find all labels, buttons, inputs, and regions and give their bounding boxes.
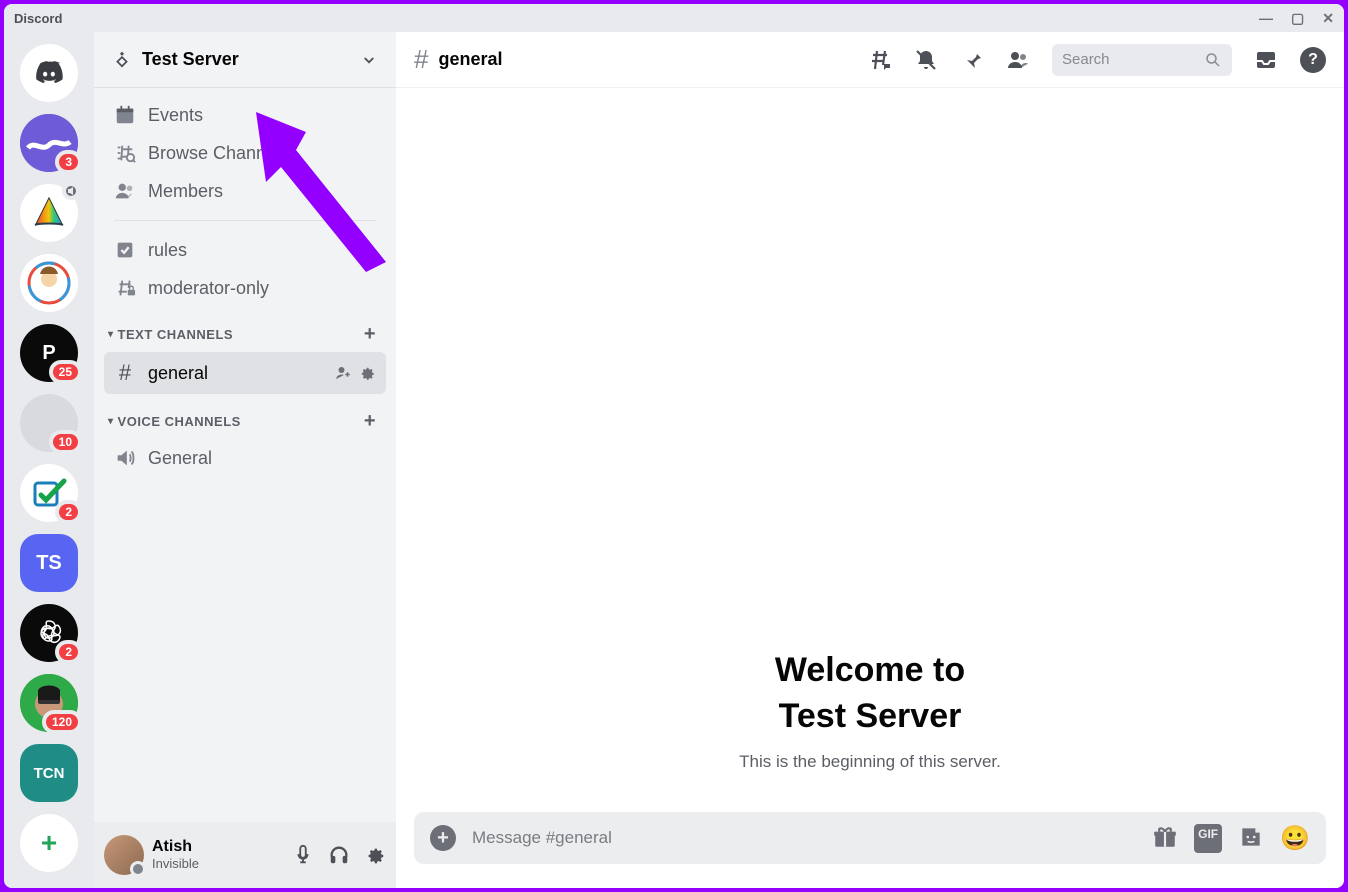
pinned-messages-icon[interactable] [960, 48, 984, 72]
server-item[interactable]: 10 [20, 394, 78, 452]
divider [114, 220, 376, 221]
mute-mic-button[interactable] [292, 844, 314, 866]
deafen-button[interactable] [328, 844, 350, 866]
sidebar-events-label: Events [148, 105, 203, 126]
voice-channel-general[interactable]: General [104, 439, 386, 477]
member-list-icon[interactable] [1006, 48, 1030, 72]
channel-settings-icon[interactable] [358, 364, 376, 382]
user-settings-button[interactable] [364, 844, 386, 866]
browse-channels-icon [114, 142, 136, 164]
create-invite-icon[interactable] [334, 364, 352, 382]
hash-icon: # [414, 44, 428, 75]
notification-badge: 2 [55, 500, 82, 524]
server-item[interactable]: 2 [20, 464, 78, 522]
server-list: 3 P25 10 2 TS 2 120 TCN + [4, 32, 94, 888]
calendar-icon [114, 104, 136, 126]
sidebar-members[interactable]: Members [104, 172, 386, 210]
server-name-header[interactable]: Test Server [94, 32, 396, 88]
hash-icon: # [114, 360, 136, 386]
server-item[interactable]: P25 [20, 324, 78, 382]
channel-rules[interactable]: rules [104, 231, 386, 269]
channel-moderator-only-label: moderator-only [148, 278, 269, 299]
sidebar-browse-channels[interactable]: Browse Channels [104, 134, 386, 172]
sticker-icon[interactable] [1238, 824, 1264, 850]
app-title: Discord [14, 11, 62, 26]
server-avatar [20, 254, 78, 312]
muted-indicator [62, 182, 80, 200]
add-text-channel-button[interactable]: + [364, 323, 376, 346]
category-text-channels[interactable]: ▾ TEXT CHANNELS + [104, 307, 386, 352]
search-icon [1204, 51, 1222, 69]
chevron-down-icon: ▾ [108, 416, 114, 427]
search-input[interactable]: Search [1052, 44, 1232, 76]
notification-badge: 10 [49, 430, 82, 454]
gif-button[interactable]: GIF [1194, 824, 1222, 853]
channel-rules-label: rules [148, 240, 187, 261]
search-placeholder: Search [1062, 51, 1110, 68]
channel-header-name: general [438, 49, 502, 70]
category-voice-channels[interactable]: ▾ VOICE CHANNELS + [104, 394, 386, 439]
notification-badge: 3 [55, 150, 82, 174]
window-minimize-button[interactable]: — [1259, 10, 1273, 27]
server-name: Test Server [142, 49, 239, 70]
chevron-down-icon [360, 51, 378, 69]
gift-icon[interactable] [1152, 824, 1178, 850]
channel-general-label: general [148, 363, 208, 384]
chat-messages: Welcome to Test Server This is the begin… [396, 88, 1344, 812]
welcome-subtext: This is the beginning of this server. [739, 752, 1001, 772]
server-item[interactable] [20, 184, 78, 242]
sidebar-members-label: Members [148, 181, 223, 202]
add-server-button[interactable]: + [20, 814, 78, 872]
server-item[interactable]: TCN [20, 744, 78, 802]
user-name: Atish [152, 838, 284, 856]
server-item[interactable]: 120 [20, 674, 78, 732]
window-maximize-button[interactable]: ▢ [1291, 10, 1304, 27]
dm-home-button[interactable] [20, 44, 78, 102]
voice-channel-general-label: General [148, 448, 212, 469]
sidebar-events[interactable]: Events [104, 96, 386, 134]
notification-badge: 25 [49, 360, 82, 384]
chevron-down-icon: ▾ [108, 329, 114, 340]
rules-icon [114, 239, 136, 261]
help-button[interactable]: ? [1300, 47, 1326, 73]
add-voice-channel-button[interactable]: + [364, 410, 376, 433]
hash-lock-icon [114, 277, 136, 299]
user-avatar[interactable] [104, 835, 144, 875]
window-close-button[interactable]: ✕ [1322, 10, 1334, 27]
sidebar-browse-label: Browse Channels [148, 143, 289, 164]
speaker-icon [114, 447, 136, 469]
server-item[interactable]: 2 [20, 604, 78, 662]
server-boost-icon [112, 50, 132, 70]
user-panel[interactable]: Atish Invisible [94, 822, 396, 888]
attach-button[interactable]: + [430, 825, 456, 851]
welcome-heading: Welcome to Test Server [739, 648, 1001, 740]
notifications-muted-icon[interactable] [914, 48, 938, 72]
server-item[interactable]: 3 [20, 114, 78, 172]
members-icon [114, 180, 136, 202]
notification-badge: 120 [42, 710, 82, 734]
composer-placeholder[interactable]: Message #general [472, 828, 1136, 848]
category-voice-label: VOICE CHANNELS [118, 414, 241, 429]
server-avatar [29, 193, 69, 233]
server-item[interactable]: TS [20, 534, 78, 592]
status-indicator [130, 861, 146, 877]
message-composer[interactable]: + Message #general GIF 😀 [414, 812, 1326, 864]
server-item[interactable] [20, 254, 78, 312]
threads-icon[interactable] [868, 48, 892, 72]
emoji-picker-button[interactable]: 😀 [1280, 824, 1310, 853]
notification-badge: 2 [55, 640, 82, 664]
user-status: Invisible [152, 857, 284, 872]
discord-icon [32, 56, 66, 90]
inbox-icon[interactable] [1254, 48, 1278, 72]
channel-general[interactable]: # general [104, 352, 386, 394]
channel-moderator-only[interactable]: moderator-only [104, 269, 386, 307]
category-text-label: TEXT CHANNELS [118, 327, 234, 342]
